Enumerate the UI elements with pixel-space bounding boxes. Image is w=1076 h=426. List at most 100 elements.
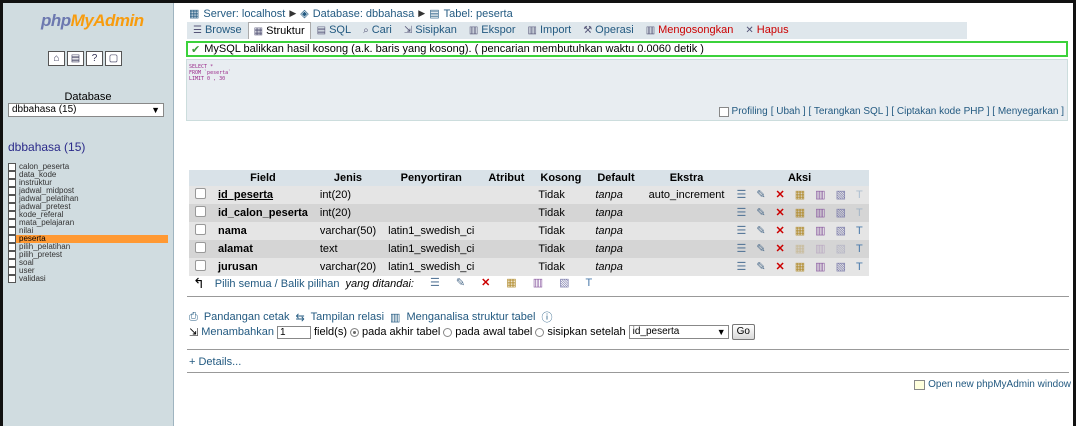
table-icon[interactable] xyxy=(8,219,16,227)
field-name[interactable]: alamat xyxy=(212,240,314,258)
table-icon[interactable] xyxy=(8,171,16,179)
breadcrumb-database[interactable]: Database: dbbahasa xyxy=(313,8,415,20)
edit-icon[interactable]: ✎ xyxy=(756,243,765,255)
breadcrumb-table[interactable]: Tabel: peserta xyxy=(444,8,513,20)
field-name[interactable]: nama xyxy=(212,222,314,240)
drop-icon[interactable]: ✕ xyxy=(481,278,490,289)
table-icon[interactable] xyxy=(8,203,16,211)
tab-import[interactable]: ▥ Import xyxy=(522,22,578,39)
radio-beginning-of-table[interactable] xyxy=(443,327,453,337)
table-icon[interactable] xyxy=(8,267,16,275)
table-icon[interactable] xyxy=(8,275,16,283)
tab-struktur[interactable]: ▦ Struktur xyxy=(247,22,311,39)
unique-icon[interactable]: ▥ xyxy=(815,243,825,255)
primary-key-icon[interactable]: ▦ xyxy=(795,207,805,219)
after-field-label[interactable]: sisipkan setelah xyxy=(547,326,625,338)
index-icon[interactable]: ▧ xyxy=(836,225,846,237)
row-checkbox[interactable] xyxy=(195,224,206,235)
relation-view-link[interactable]: Tampilan relasi xyxy=(311,311,384,323)
primary-key-icon[interactable]: ▦ xyxy=(795,189,805,201)
browse-icon[interactable]: ☰ xyxy=(736,261,746,273)
row-checkbox[interactable] xyxy=(195,188,206,199)
tab-operasi[interactable]: ⚒ Operasi xyxy=(577,22,640,39)
row-checkbox[interactable] xyxy=(195,206,206,217)
field-name[interactable]: jurusan xyxy=(212,258,314,276)
unique-icon[interactable]: ▥ xyxy=(815,261,825,273)
tab-mengosongkan[interactable]: ▥ Mengosongkan xyxy=(640,22,740,39)
row-checkbox[interactable] xyxy=(195,242,206,253)
fulltext-icon[interactable]: T xyxy=(856,189,863,201)
details-link[interactable]: + Details... xyxy=(189,356,241,368)
table-icon[interactable] xyxy=(8,251,16,259)
drop-icon[interactable]: ✕ xyxy=(776,261,785,273)
drop-icon[interactable]: ✕ xyxy=(776,243,785,255)
field-count-input[interactable]: 1 xyxy=(277,325,311,339)
header-field[interactable]: Field xyxy=(212,170,314,186)
table-icon[interactable] xyxy=(8,235,16,243)
index-icon[interactable]: ▧ xyxy=(836,189,846,201)
tab-hapus[interactable]: ✕ Hapus xyxy=(739,22,794,39)
database-select[interactable]: dbbahasa (15) ▼ xyxy=(8,103,164,117)
unique-icon[interactable]: ▥ xyxy=(815,189,825,201)
end-of-table-label[interactable]: pada akhir tabel xyxy=(362,326,440,338)
unique-icon[interactable]: ▥ xyxy=(533,278,543,289)
documentation-icon[interactable]: ? xyxy=(86,51,103,66)
sql-action-links[interactable]: [ Ubah ] [ Terangkan SQL ] [ Ciptakan ko… xyxy=(771,106,1064,117)
table-icon[interactable] xyxy=(8,211,16,219)
tab-browse[interactable]: ☰ Browse xyxy=(187,22,248,39)
sql-query-window-icon[interactable]: ▤ xyxy=(67,51,84,66)
field-name[interactable]: id_peserta xyxy=(212,186,314,204)
profiling-checkbox[interactable] xyxy=(718,106,729,117)
beginning-of-table-label[interactable]: pada awal tabel xyxy=(455,326,532,338)
index-icon[interactable]: ▧ xyxy=(836,207,846,219)
home-icon[interactable]: ⌂ xyxy=(48,51,65,66)
select-all-link[interactable]: Pilih semua / Balik pilihan xyxy=(215,278,340,290)
drop-icon[interactable]: ✕ xyxy=(776,225,785,237)
edit-icon[interactable]: ✎ xyxy=(756,225,765,237)
sidebar-table-item[interactable]: validasi xyxy=(8,275,168,283)
unique-icon[interactable]: ▥ xyxy=(815,225,825,237)
field-name[interactable]: id_calon_peserta xyxy=(212,204,314,222)
phpmyadmin-logo[interactable]: phpMyAdmin xyxy=(41,11,144,31)
primary-key-icon[interactable]: ▦ xyxy=(795,261,805,273)
browse-icon[interactable]: ☰ xyxy=(736,189,746,201)
primary-key-icon[interactable]: ▦ xyxy=(506,278,516,289)
table-icon[interactable] xyxy=(8,227,16,235)
breadcrumb-server[interactable]: Server: localhost xyxy=(203,8,285,20)
index-icon[interactable]: ▧ xyxy=(559,278,569,289)
primary-key-icon[interactable]: ▦ xyxy=(795,225,805,237)
drop-icon[interactable]: ✕ xyxy=(776,207,785,219)
browse-icon[interactable]: ☰ xyxy=(430,278,440,289)
index-icon[interactable]: ▧ xyxy=(836,261,846,273)
fulltext-icon[interactable]: T xyxy=(856,243,863,255)
radio-after-field[interactable] xyxy=(535,327,545,337)
table-icon[interactable] xyxy=(8,163,16,171)
browse-icon[interactable]: ☰ xyxy=(736,225,746,237)
after-field-select[interactable]: id_peserta ▼ xyxy=(628,325,729,339)
fulltext-icon[interactable]: T xyxy=(856,207,863,219)
tab-cari[interactable]: ⌕ Cari xyxy=(357,22,398,39)
tab-sisipkan[interactable]: ⇲ Sisipkan xyxy=(398,22,463,39)
fulltext-icon[interactable]: T xyxy=(586,278,593,289)
index-icon[interactable]: ▧ xyxy=(836,243,846,255)
analyze-structure-link[interactable]: Menganalisa struktur tabel xyxy=(406,311,535,323)
unique-icon[interactable]: ▥ xyxy=(815,207,825,219)
go-button[interactable]: Go xyxy=(731,324,755,340)
fulltext-icon[interactable]: T xyxy=(856,225,863,237)
print-view-link[interactable]: Pandangan cetak xyxy=(204,311,290,323)
edit-icon[interactable]: ✎ xyxy=(456,278,465,289)
primary-key-icon[interactable]: ▦ xyxy=(795,243,805,255)
edit-icon[interactable]: ✎ xyxy=(756,207,765,219)
table-icon[interactable] xyxy=(8,243,16,251)
mysql-docs-icon[interactable]: ▢ xyxy=(105,51,122,66)
table-icon[interactable] xyxy=(8,179,16,187)
tab-sql[interactable]: ▤ SQL xyxy=(311,22,357,39)
browse-icon[interactable]: ☰ xyxy=(736,207,746,219)
radio-end-of-table[interactable] xyxy=(350,327,360,337)
edit-icon[interactable]: ✎ xyxy=(756,189,765,201)
open-window-link[interactable]: Open new phpMyAdmin window xyxy=(914,379,1071,390)
database-title[interactable]: dbbahasa (15) xyxy=(8,140,85,154)
help-icon[interactable]: ⓘ xyxy=(541,309,552,325)
tab-ekspor[interactable]: ▥ Ekspor xyxy=(463,22,522,39)
fulltext-icon[interactable]: T xyxy=(856,261,863,273)
